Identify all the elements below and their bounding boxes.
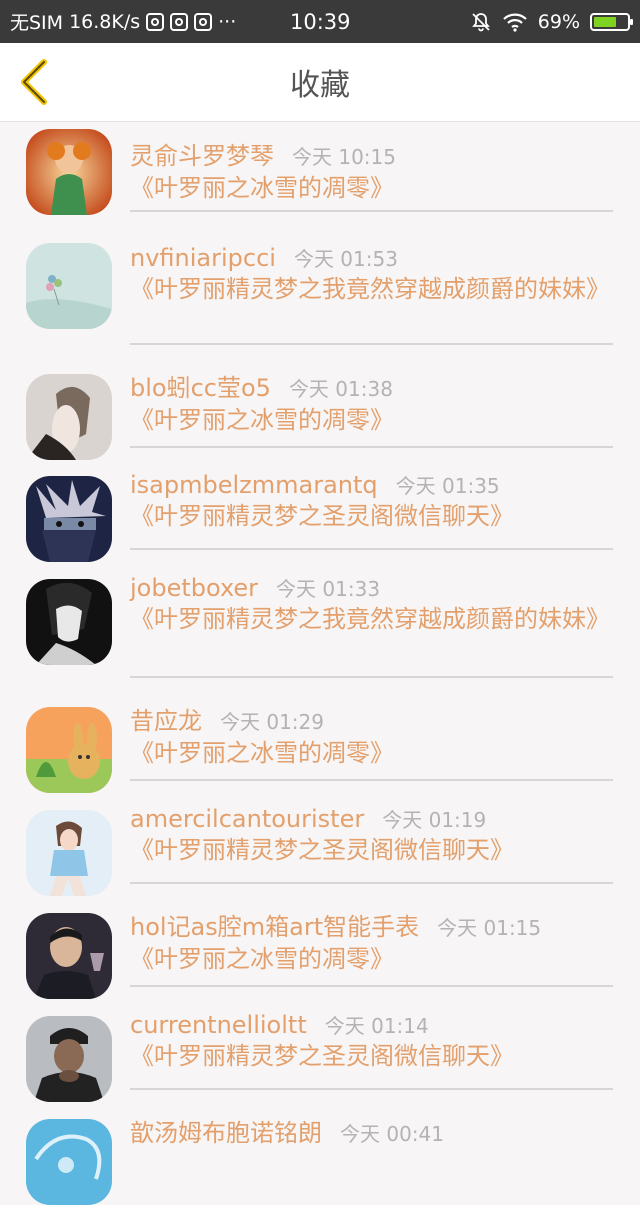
timestamp: 今天 01:53 (293, 247, 398, 271)
list-item[interactable]: 歆汤姆布胞诺铭朗 今天 00:41 (0, 1105, 640, 1205)
avatar (26, 243, 112, 329)
timestamp: 今天 01:33 (276, 577, 381, 601)
book-title-link[interactable]: 《叶罗丽精灵梦之圣灵阁微信聊天》 (130, 835, 613, 865)
avatar (26, 913, 112, 999)
notification-app-icon (194, 12, 213, 31)
list-item[interactable]: jobetboxer 今天 01:33 《叶罗丽精灵梦之我竟然穿越成颜爵的妹妹》 (0, 565, 640, 693)
list-item[interactable]: 灵俞斗罗梦琴 今天 10:15 《叶罗丽之冰雪的凋零》 (0, 122, 640, 225)
carrier-text: 无SIM (10, 12, 64, 34)
book-title-link[interactable]: 《叶罗丽精灵梦之圣灵阁微信聊天》 (130, 1041, 613, 1071)
timestamp: 今天 01:29 (220, 710, 324, 734)
list-item[interactable]: blo蚓cc莹o5 今天 01:38 《叶罗丽之冰雪的凋零》 (0, 360, 640, 462)
avatar (26, 476, 112, 562)
list-item[interactable]: hol记as腔m箱art智能手表 今天 01:15 《叶罗丽之冰雪的凋零》 (0, 899, 640, 1002)
timestamp: 今天 01:15 (437, 916, 542, 940)
user-name: currentnellioltt (130, 1011, 307, 1039)
battery-icon (590, 12, 633, 31)
list-item[interactable]: 昔应龙 今天 01:29 《叶罗丽之冰雪的凋零》 (0, 693, 640, 796)
timestamp: 今天 10:15 (292, 145, 396, 169)
wifi-icon (503, 13, 527, 32)
user-name: blo蚓cc莹o5 (130, 374, 271, 402)
favorites-list: 灵俞斗罗梦琴 今天 10:15 《叶罗丽之冰雪的凋零》 nvfiniaripcc… (0, 122, 640, 1205)
timestamp: 今天 01:35 (395, 474, 500, 498)
mute-bell-icon (471, 12, 490, 31)
list-item[interactable]: nvfiniaripcci 今天 01:53 《叶罗丽精灵梦之我竟然穿越成颜爵的… (0, 225, 640, 360)
avatar (26, 129, 112, 215)
user-name: jobetboxer (130, 574, 259, 602)
notification-app-icon (170, 12, 189, 31)
list-item[interactable]: amercilcantourister 今天 01:19 《叶罗丽精灵梦之圣灵阁… (0, 796, 640, 899)
clock: 10:39 (290, 9, 351, 34)
more-notifications-icon: ··· (218, 10, 237, 33)
avatar (26, 707, 112, 793)
timestamp: 今天 01:14 (324, 1014, 429, 1038)
avatar (26, 1016, 112, 1102)
status-bar: 无SIM 16.8K/s ··· 10:39 69% (0, 0, 640, 43)
network-speed: 16.8K/s (69, 10, 141, 33)
notification-app-icon (146, 12, 165, 31)
book-title-link[interactable]: 《叶罗丽精灵梦之圣灵阁微信聊天》 (130, 501, 613, 531)
user-name: isapmbelzmmarantq (130, 471, 378, 499)
user-name: 昔应龙 (130, 707, 202, 735)
list-item[interactable]: isapmbelzmmarantq 今天 01:35 《叶罗丽精灵梦之圣灵阁微信… (0, 462, 640, 565)
book-title-link[interactable]: 《叶罗丽之冰雪的凋零》 (130, 738, 613, 768)
page-title: 收藏 (290, 68, 350, 103)
user-name: amercilcantourister (130, 805, 365, 833)
book-title-link[interactable]: 《叶罗丽精灵梦之我竟然穿越成颜爵的妹妹》 (130, 604, 613, 634)
user-name: 灵俞斗罗梦琴 (130, 142, 274, 170)
user-name: nvfiniaripcci (130, 244, 276, 272)
timestamp: 今天 01:19 (382, 808, 487, 832)
status-right: 69% (470, 0, 633, 43)
list-item[interactable]: currentnellioltt 今天 01:14 《叶罗丽精灵梦之圣灵阁微信聊… (0, 1002, 640, 1105)
avatar (26, 374, 112, 460)
book-title-link[interactable]: 《叶罗丽之冰雪的凋零》 (130, 405, 613, 435)
battery-percent: 69% (537, 10, 580, 33)
timestamp: 今天 01:38 (288, 377, 393, 401)
avatar (26, 810, 112, 896)
book-title-link[interactable]: 《叶罗丽精灵梦之我竟然穿越成颜爵的妹妹》 (130, 274, 613, 304)
avatar (26, 1119, 112, 1205)
avatar (26, 579, 112, 665)
user-name: hol记as腔m箱art智能手表 (130, 913, 420, 941)
status-left: 无SIM 16.8K/s ··· (0, 8, 236, 35)
book-title-link[interactable]: 《叶罗丽之冰雪的凋零》 (130, 944, 613, 974)
battery-level (594, 16, 617, 27)
nav-bar: 收藏 (0, 43, 640, 122)
book-title-link[interactable]: 《叶罗丽之冰雪的凋零》 (130, 173, 613, 203)
timestamp: 今天 00:41 (340, 1122, 444, 1146)
user-name: 歆汤姆布胞诺铭朗 (130, 1119, 322, 1147)
